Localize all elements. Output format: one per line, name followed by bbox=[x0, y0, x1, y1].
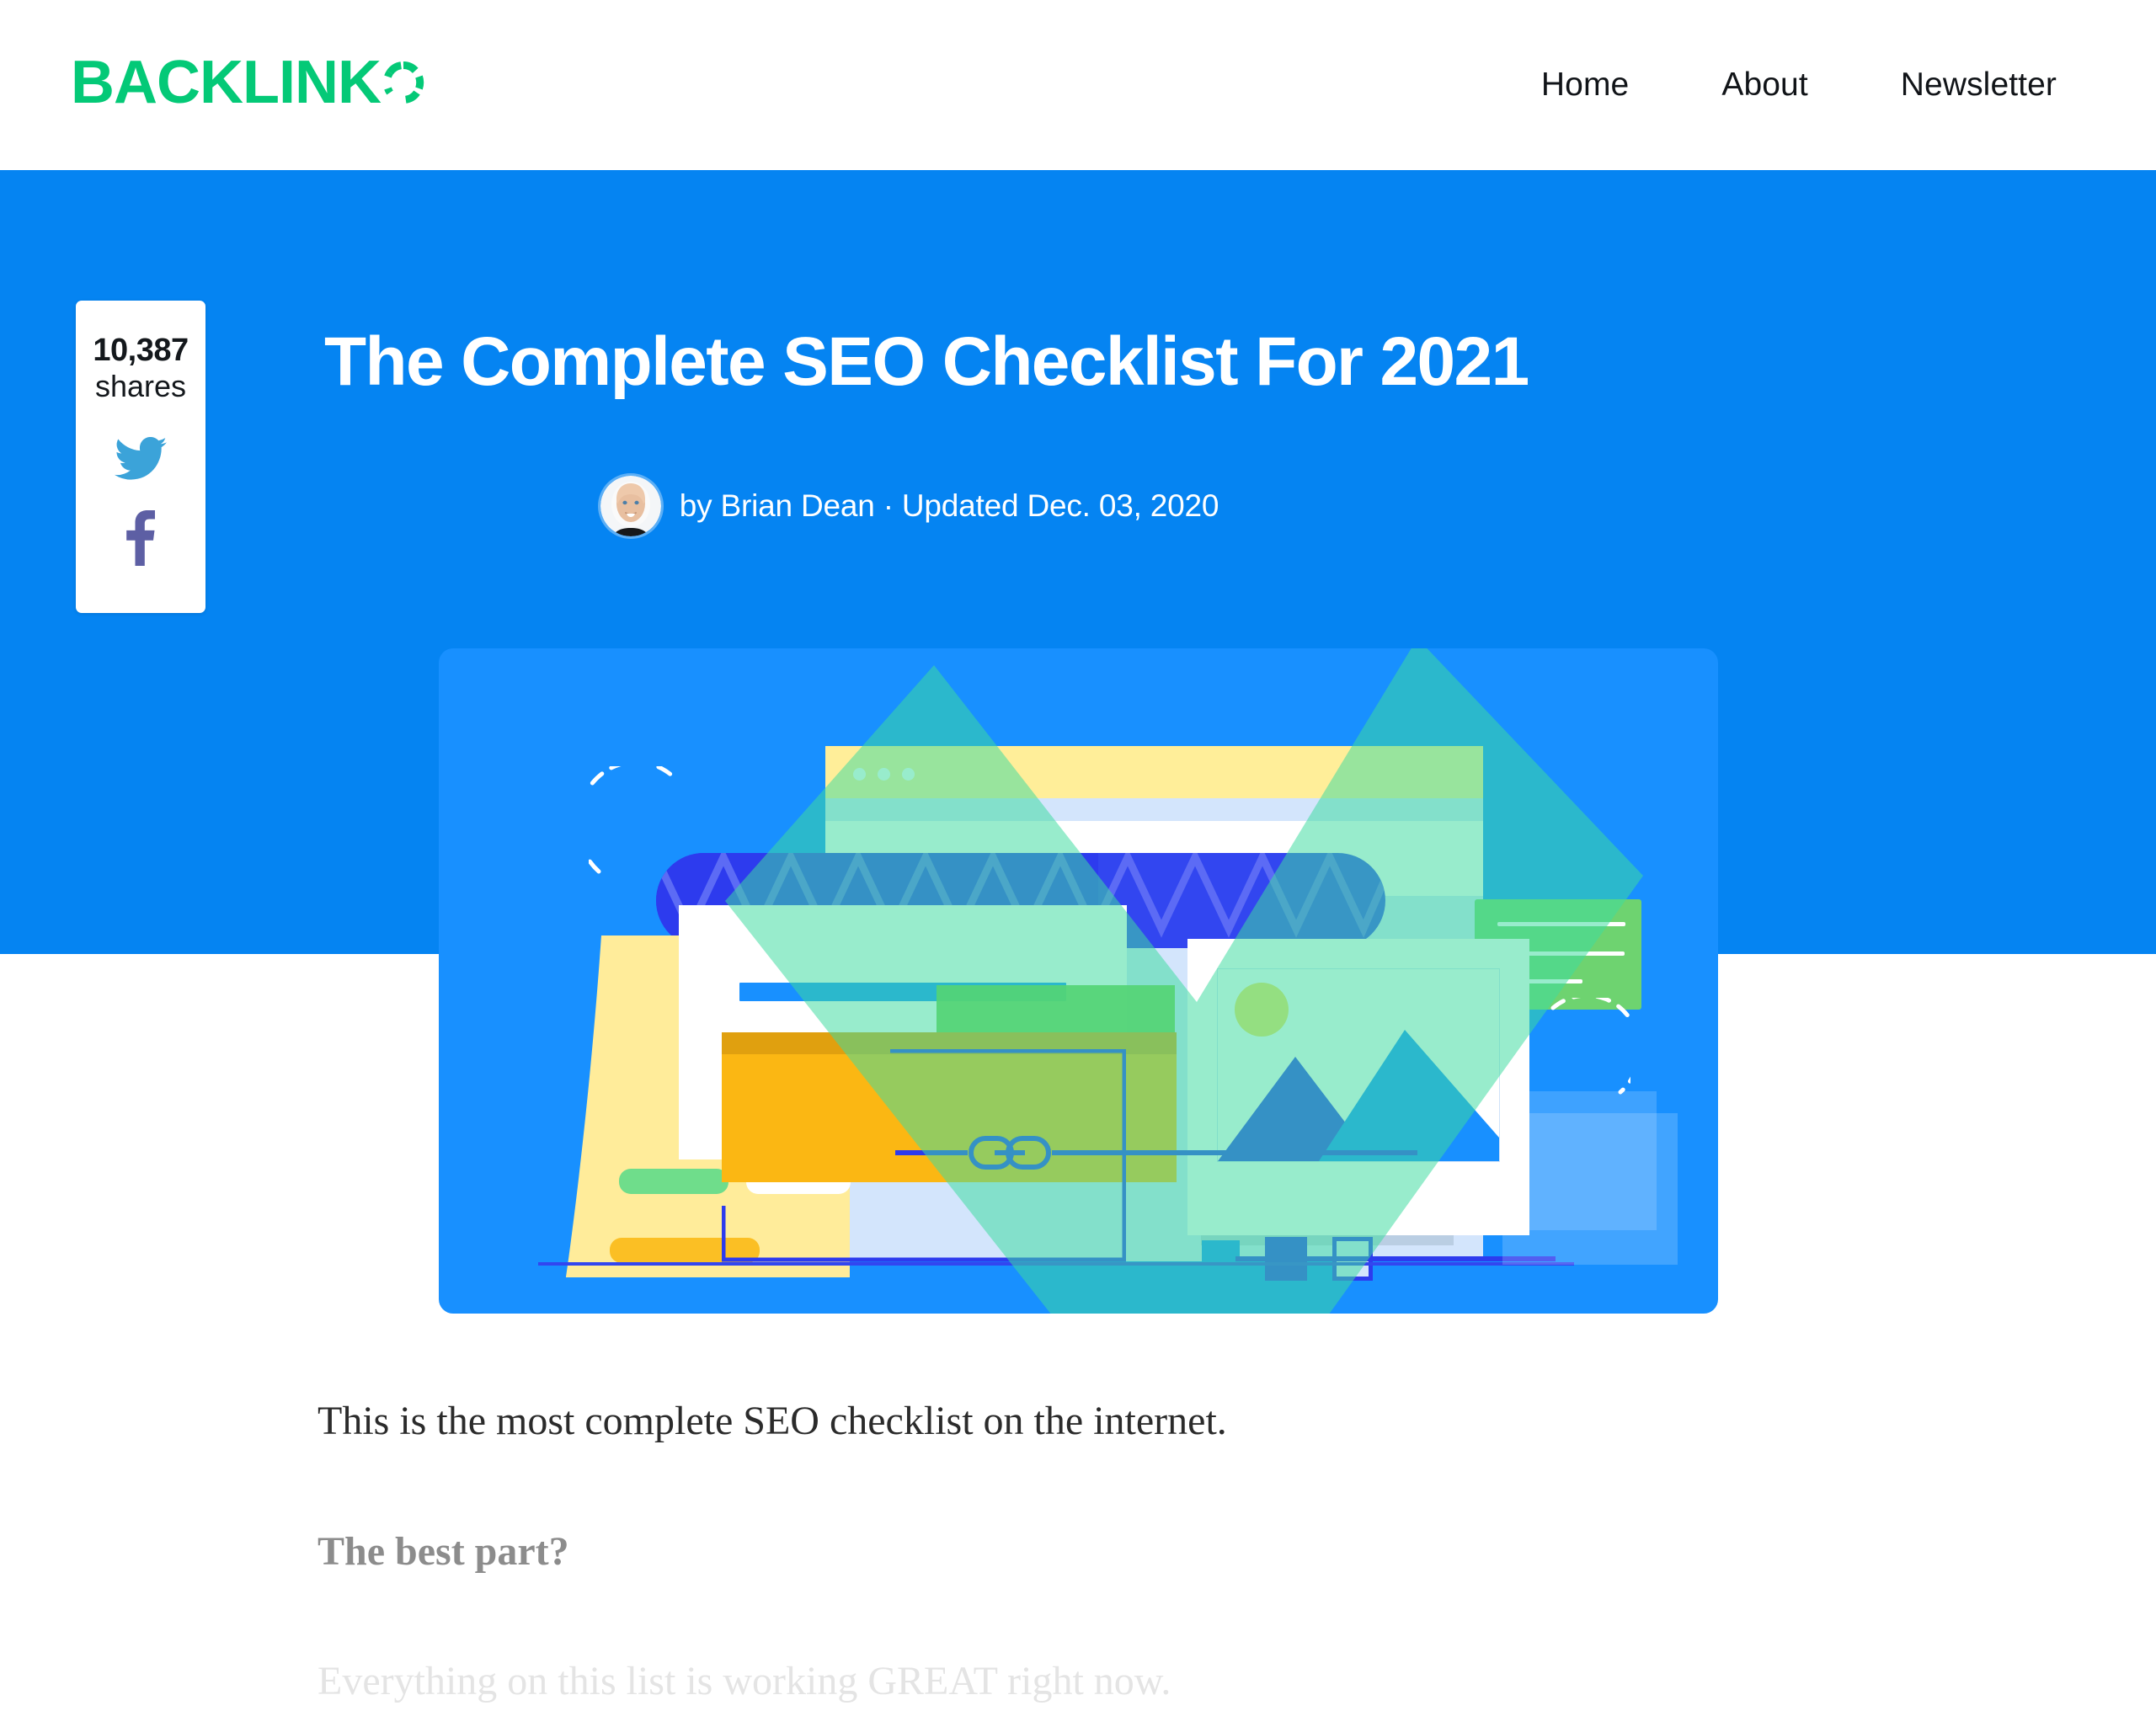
logo-ring-o-icon bbox=[384, 61, 424, 104]
share-facebook-button[interactable] bbox=[125, 510, 157, 570]
logo-wordmark: BACKLINK bbox=[71, 49, 382, 116]
share-widget: 10,387 shares bbox=[76, 301, 205, 613]
site-header: BACKLINK Home About Newsletter bbox=[0, 0, 2156, 170]
facebook-f-icon bbox=[126, 510, 155, 567]
article-paragraph: This is the most complete SEO checklist … bbox=[318, 1399, 1227, 1443]
article-subheading: The best part? bbox=[318, 1528, 569, 1574]
byline-text: by Brian Dean · Updated Dec. 03, 2020 bbox=[679, 488, 1219, 523]
twitter-bird-icon bbox=[115, 437, 167, 480]
share-count: 10,387 bbox=[93, 333, 189, 368]
share-label: shares bbox=[94, 368, 187, 403]
page-title: The Complete SEO Checklist For 2021 bbox=[324, 323, 1529, 400]
author-avatar bbox=[600, 476, 661, 536]
main-navigation: Home About Newsletter bbox=[1541, 0, 2057, 170]
nav-item-about[interactable]: About bbox=[1721, 67, 1807, 104]
nav-item-home[interactable]: Home bbox=[1541, 67, 1629, 104]
byline: by Brian Dean · Updated Dec. 03, 2020 bbox=[324, 476, 1495, 536]
article-body: This is the most complete SEO checklist … bbox=[318, 954, 1918, 1711]
nav-item-newsletter[interactable]: Newsletter bbox=[1901, 67, 2057, 104]
share-twitter-button[interactable] bbox=[115, 437, 167, 485]
avatar-image bbox=[600, 476, 661, 536]
site-logo[interactable]: BACKLINK bbox=[71, 52, 424, 113]
article-paragraph-faded: Everything on this list is working GREAT… bbox=[318, 1659, 1171, 1704]
